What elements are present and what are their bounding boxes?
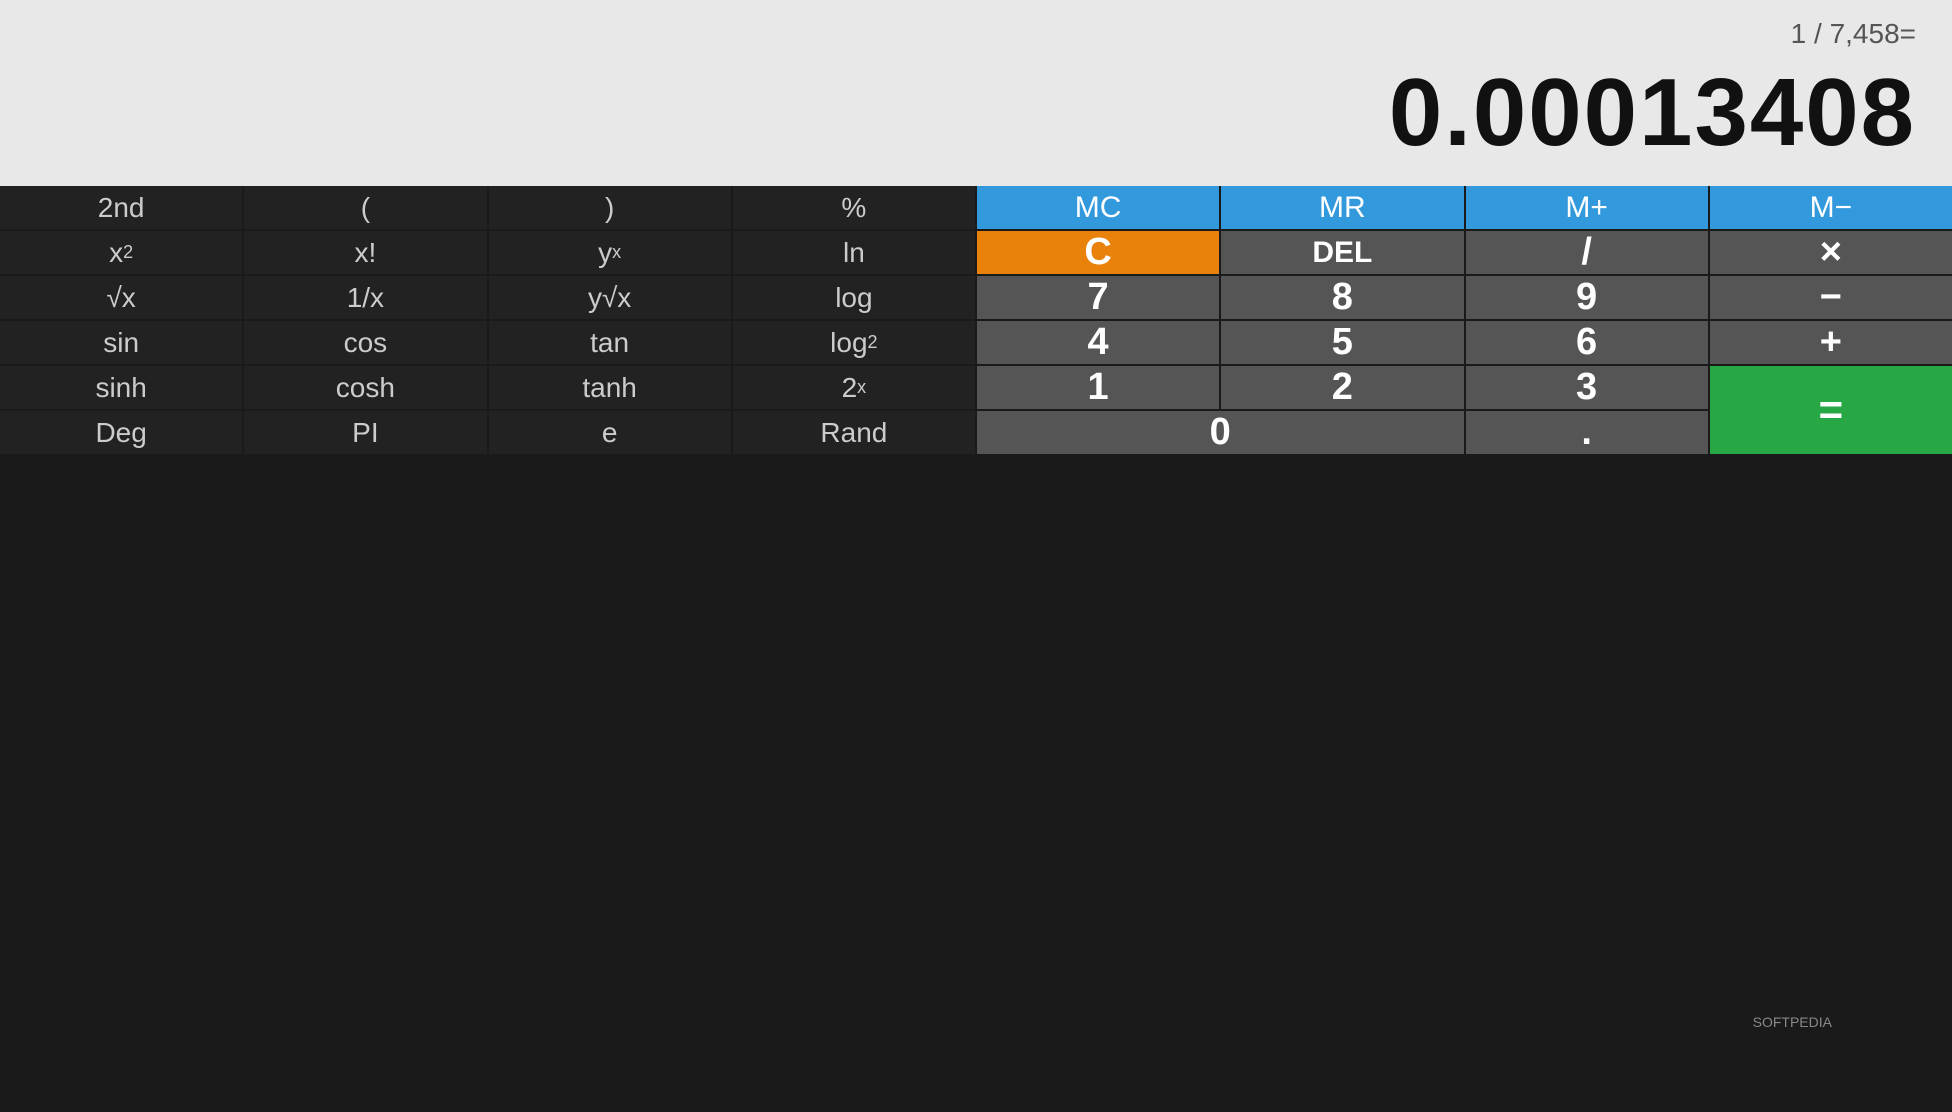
- btn-clear[interactable]: C: [977, 231, 1219, 274]
- btn-add[interactable]: +: [1710, 321, 1952, 364]
- btn-decimal[interactable]: .: [1466, 411, 1708, 454]
- btn-tan[interactable]: tan: [489, 321, 731, 364]
- btn-deg[interactable]: Deg: [0, 411, 242, 454]
- btn-tanh[interactable]: tanh: [489, 366, 731, 409]
- btn-rand[interactable]: Rand: [733, 411, 975, 454]
- btn-open-paren[interactable]: (: [244, 186, 486, 229]
- btn-log2[interactable]: log2: [733, 321, 975, 364]
- button-grid: 2nd ( ) % MC MR M+ M− x2 x! yx ln C DEL …: [0, 186, 1952, 454]
- btn-cos[interactable]: cos: [244, 321, 486, 364]
- btn-3[interactable]: 3: [1466, 366, 1708, 409]
- btn-x-factorial[interactable]: x!: [244, 231, 486, 274]
- btn-percent[interactable]: %: [733, 186, 975, 229]
- btn-sin[interactable]: sin: [0, 321, 242, 364]
- btn-4[interactable]: 4: [977, 321, 1219, 364]
- btn-9[interactable]: 9: [1466, 276, 1708, 319]
- btn-m-minus[interactable]: M−: [1710, 186, 1952, 229]
- btn-yth-root[interactable]: y√x: [489, 276, 731, 319]
- btn-equals[interactable]: =: [1710, 366, 1952, 454]
- btn-multiply[interactable]: ×: [1710, 231, 1952, 274]
- btn-e[interactable]: e: [489, 411, 731, 454]
- watermark: SOFTPEDIA: [1753, 1014, 1832, 1030]
- btn-2-to-x[interactable]: 2x: [733, 366, 975, 409]
- btn-pi[interactable]: PI: [244, 411, 486, 454]
- btn-8[interactable]: 8: [1221, 276, 1463, 319]
- calculator: 1 / 7,458= 0.00013408 2nd ( ) % MC MR M+…: [0, 0, 1952, 1112]
- btn-cosh[interactable]: cosh: [244, 366, 486, 409]
- btn-0[interactable]: 0: [977, 411, 1464, 454]
- buttons-wrapper: 2nd ( ) % MC MR M+ M− x2 x! yx ln C DEL …: [0, 186, 1952, 1112]
- btn-6[interactable]: 6: [1466, 321, 1708, 364]
- btn-x-squared[interactable]: x2: [0, 231, 242, 274]
- btn-sinh[interactable]: sinh: [0, 366, 242, 409]
- btn-mr[interactable]: MR: [1221, 186, 1463, 229]
- btn-1[interactable]: 1: [977, 366, 1219, 409]
- btn-reciprocal[interactable]: 1/x: [244, 276, 486, 319]
- btn-ln[interactable]: ln: [733, 231, 975, 274]
- display-expression: 1 / 7,458=: [1791, 18, 1916, 50]
- btn-subtract[interactable]: −: [1710, 276, 1952, 319]
- btn-5[interactable]: 5: [1221, 321, 1463, 364]
- btn-2[interactable]: 2: [1221, 366, 1463, 409]
- btn-m-plus[interactable]: M+: [1466, 186, 1708, 229]
- btn-sqrt[interactable]: √x: [0, 276, 242, 319]
- btn-divide[interactable]: /: [1466, 231, 1708, 274]
- btn-delete[interactable]: DEL: [1221, 231, 1463, 274]
- display: 1 / 7,458= 0.00013408: [0, 0, 1952, 186]
- btn-mc[interactable]: MC: [977, 186, 1219, 229]
- btn-7[interactable]: 7: [977, 276, 1219, 319]
- display-value: 0.00013408: [1389, 58, 1916, 168]
- btn-y-to-x[interactable]: yx: [489, 231, 731, 274]
- btn-close-paren[interactable]: ): [489, 186, 731, 229]
- btn-log[interactable]: log: [733, 276, 975, 319]
- btn-2nd[interactable]: 2nd: [0, 186, 242, 229]
